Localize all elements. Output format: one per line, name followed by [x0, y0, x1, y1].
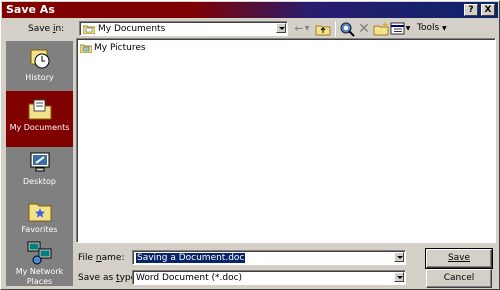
file-name: My Pictures — [94, 43, 146, 53]
save-as-type-value: Word Document (*.doc) — [136, 273, 243, 283]
file-list[interactable]: My Pictures — [76, 38, 496, 243]
tools-chevron-icon: ▼ — [442, 25, 447, 32]
title-bar[interactable]: Save As ? X — [2, 2, 498, 18]
chevron-down-icon[interactable] — [394, 272, 404, 282]
tools-menu[interactable]: Tools ▼ — [417, 23, 447, 33]
place-history[interactable]: History — [6, 41, 73, 97]
help-button[interactable]: ? — [464, 4, 478, 16]
new-folder-icon[interactable] — [373, 21, 389, 37]
tools-label: Tools — [417, 23, 440, 33]
history-icon — [30, 49, 50, 69]
file-name-value: Saving a Document.doc — [136, 253, 246, 263]
file-name-field[interactable]: Saving a Document.doc — [132, 250, 406, 265]
desktop-icon — [30, 152, 50, 172]
my-documents-icon — [28, 99, 52, 120]
chevron-down-icon[interactable] — [394, 252, 404, 262]
save-as-dialog: Save As ? X Save in: My Documents ← ▼ ✕ … — [0, 0, 500, 290]
folder-icon — [80, 44, 92, 53]
network-places-icon — [27, 241, 52, 265]
toolbar-separator — [335, 21, 336, 37]
cancel-button[interactable]: Cancel — [426, 269, 492, 288]
views-dropdown-icon[interactable]: ▼ — [405, 21, 411, 37]
places-bar: History My Documents Desktop Favorites M… — [6, 41, 73, 286]
favorites-icon — [28, 203, 52, 222]
delete-icon[interactable]: ✕ — [356, 21, 372, 37]
close-button[interactable]: X — [481, 4, 495, 16]
my-documents-folder-icon — [83, 25, 95, 34]
place-my-documents[interactable]: My Documents — [6, 91, 73, 147]
views-icon[interactable] — [390, 21, 406, 37]
file-name-label: File name: — [78, 253, 125, 263]
save-as-type-label: Save as type: — [78, 273, 140, 283]
save-in-value: My Documents — [98, 24, 166, 34]
chevron-down-icon[interactable] — [276, 23, 286, 33]
save-as-type-dropdown[interactable]: Word Document (*.doc) — [132, 270, 406, 285]
back-dropdown-icon[interactable]: ▼ — [304, 21, 310, 37]
save-button[interactable]: Save — [425, 248, 493, 269]
place-my-network-places[interactable]: My Network Places — [6, 235, 73, 287]
dialog-title: Save As — [6, 3, 55, 16]
search-web-icon[interactable] — [339, 21, 355, 37]
save-in-dropdown[interactable]: My Documents — [79, 21, 288, 36]
save-in-label: Save in: — [28, 24, 65, 34]
up-folder-icon[interactable] — [315, 21, 331, 37]
